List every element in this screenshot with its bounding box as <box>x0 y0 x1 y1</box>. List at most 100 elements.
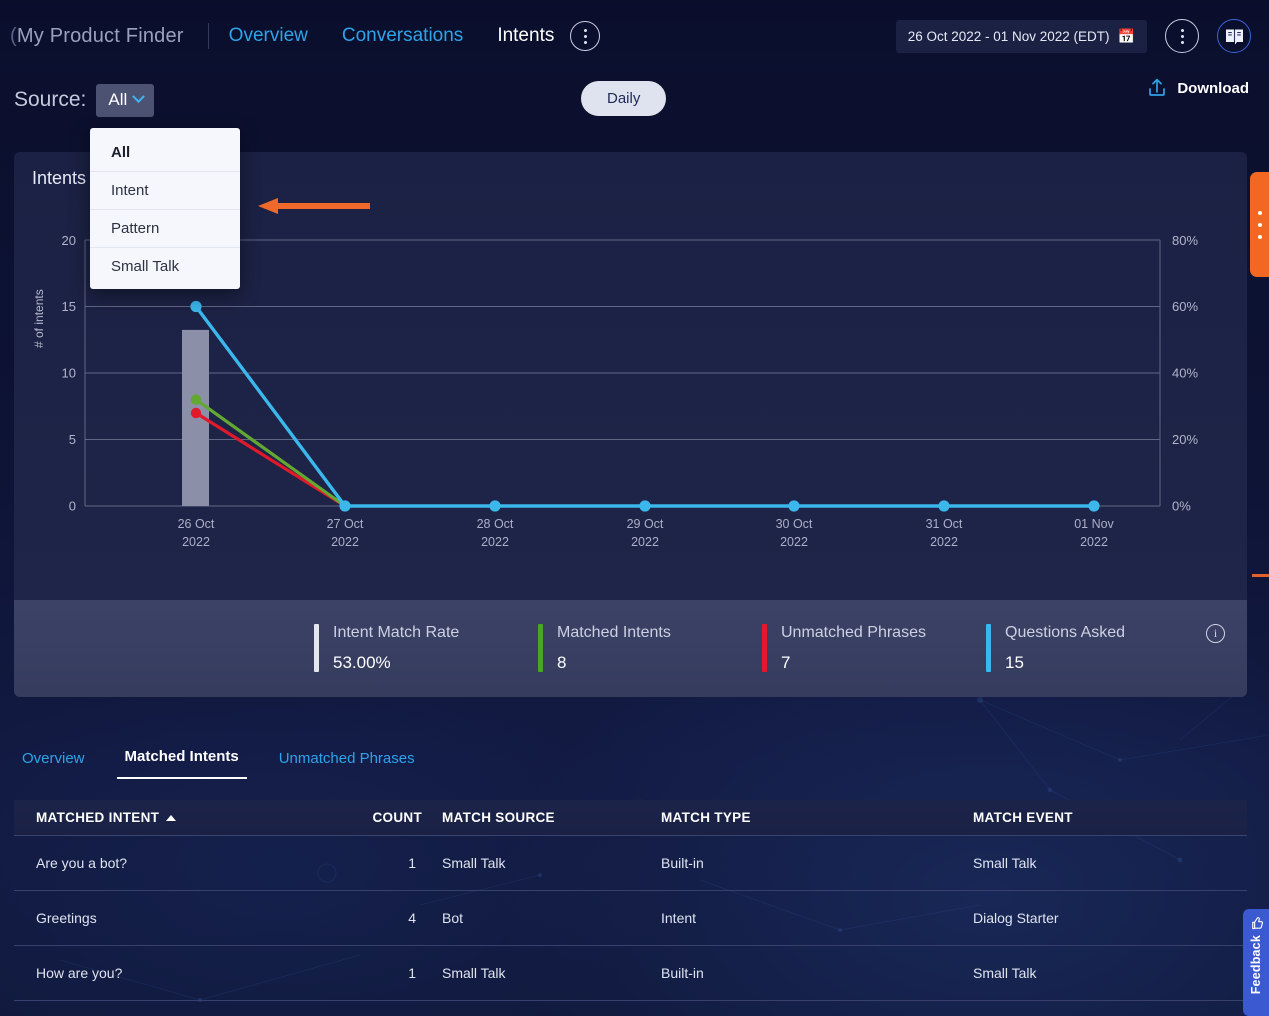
x-tick-day-4: 30 Oct <box>776 517 813 531</box>
x-tick-day-1: 27 Oct <box>327 517 364 531</box>
stat-label: Questions Asked <box>1005 623 1126 641</box>
nav-links: Overview Conversations Intents <box>229 25 555 47</box>
marker-questions-0 <box>190 300 202 313</box>
x-tick-day-6: 01 Nov <box>1074 517 1114 531</box>
book-icon <box>1225 29 1243 44</box>
more-options-kebab-icon[interactable] <box>1165 19 1199 53</box>
x-tick-day-5: 31 Oct <box>926 517 963 531</box>
table-header-row: MATCHED INTENT COUNT MATCH SOURCE MATCH … <box>14 800 1247 836</box>
table-row-partial <box>14 1001 1247 1011</box>
x-tick-day-3: 29 Oct <box>627 517 664 531</box>
table-row[interactable]: Are you a bot? 1 Small Talk Built-in Sma… <box>14 836 1247 891</box>
nav-divider <box>207 23 209 49</box>
x-tick-year-4: 2022 <box>780 535 808 549</box>
x-tick-year-0: 2022 <box>182 535 210 549</box>
stat-questions-asked: Questions Asked 15 <box>986 623 1210 674</box>
column-header-label: MATCHED INTENT <box>36 810 160 825</box>
guide-book-icon[interactable] <box>1217 19 1251 53</box>
left-arrow-annotation <box>258 198 370 214</box>
app-root: (My Product Finder Overview Conversation… <box>0 0 1269 1016</box>
y-tick-20: 20 <box>62 233 76 248</box>
stat-label: Matched Intents <box>557 623 671 641</box>
dropdown-item-intent[interactable]: Intent <box>90 172 240 210</box>
chevron-down-icon <box>132 90 146 104</box>
feedback-label: Feedback <box>1249 935 1263 995</box>
y2-tick-0: 0% <box>1172 499 1191 514</box>
cell-match-type: Built-in <box>661 965 704 981</box>
table-row[interactable]: Greetings 4 Bot Intent Dialog Starter <box>14 891 1247 946</box>
x-tick-year-2: 2022 <box>481 535 509 549</box>
nav-kebab-menu-icon[interactable] <box>570 21 601 51</box>
stat-value: 8 <box>557 653 567 673</box>
download-label: Download <box>1177 79 1249 97</box>
feedback-tab[interactable]: Feedback <box>1243 909 1269 1016</box>
source-select-value: All <box>108 89 128 109</box>
series-unmatched-phrases <box>195 411 346 508</box>
stat-unmatched-phrases: Unmatched Phrases 7 <box>762 623 986 674</box>
column-header-matched-intent[interactable]: MATCHED INTENT <box>14 810 320 825</box>
cell-matched-intent: Greetings <box>36 910 97 926</box>
column-header-label: COUNT <box>372 810 422 825</box>
side-scroll-marker <box>1252 574 1269 577</box>
stat-value: 53.00% <box>333 653 391 673</box>
dropdown-item-small-talk[interactable]: Small Talk <box>90 248 240 285</box>
tab-matched-intents[interactable]: Matched Intents <box>116 748 247 779</box>
tab-overview[interactable]: Overview <box>22 750 85 779</box>
stat-intent-match-rate: Intent Match Rate 53.00% <box>314 623 538 674</box>
stat-value: 7 <box>781 653 791 673</box>
source-dropdown-menu: All Intent Pattern Small Talk <box>90 128 240 289</box>
cell-match-type: Intent <box>661 910 697 926</box>
nav-item-conversations[interactable]: Conversations <box>342 25 463 47</box>
x-tick-year-6: 2022 <box>1080 535 1108 549</box>
x-tick-day-2: 28 Oct <box>477 517 514 531</box>
marker-questions-4 <box>788 500 800 512</box>
info-icon[interactable]: i <box>1206 624 1225 643</box>
marker-matched-0 <box>190 394 202 405</box>
marker-questions-2 <box>489 500 501 512</box>
column-header-match-source[interactable]: MATCH SOURCE <box>428 810 647 825</box>
content-tabs: Overview Matched Intents Unmatched Phras… <box>22 748 415 779</box>
top-navigation-bar: (My Product Finder Overview Conversation… <box>0 0 1269 72</box>
calendar-icon: 📅 <box>1117 28 1135 44</box>
source-select[interactable]: All <box>96 83 155 117</box>
column-header-match-event[interactable]: MATCH EVENT <box>959 810 1247 825</box>
x-tick-day-0: 26 Oct <box>178 517 215 531</box>
caret-up-icon <box>166 815 177 822</box>
y-tick-0: 0 <box>69 499 76 514</box>
marker-questions-3 <box>639 500 651 512</box>
marker-questions-1 <box>339 500 351 512</box>
tab-unmatched-phrases[interactable]: Unmatched Phrases <box>279 750 415 779</box>
cell-count: 1 <box>408 965 416 981</box>
cell-match-event: Small Talk <box>973 965 1037 981</box>
upload-icon <box>1149 78 1166 96</box>
granularity-toggle-daily[interactable]: Daily <box>581 81 667 116</box>
download-button[interactable]: Download <box>1145 76 1249 100</box>
series-matched-intents <box>195 398 346 508</box>
side-panel-kebab-menu-icon[interactable] <box>1250 172 1269 277</box>
nav-item-overview[interactable]: Overview <box>229 25 308 47</box>
stat-color-bar <box>986 623 991 672</box>
date-range-text: 26 Oct 2022 - 01 Nov 2022 (EDT) <box>907 28 1110 44</box>
source-label: Source: <box>14 88 87 111</box>
summary-stats-strip: Intent Match Rate 53.00% Matched Intents… <box>14 600 1247 697</box>
cell-match-event: Small Talk <box>973 855 1037 871</box>
stat-label: Intent Match Rate <box>333 623 460 641</box>
dropdown-item-all[interactable]: All <box>90 134 240 172</box>
cell-match-source: Small Talk <box>442 965 506 981</box>
column-header-count[interactable]: COUNT <box>320 810 428 825</box>
dropdown-item-pattern[interactable]: Pattern <box>90 210 240 248</box>
stat-color-bar <box>762 623 767 672</box>
column-header-match-type[interactable]: MATCH TYPE <box>647 810 959 825</box>
series-questions-asked <box>194 305 1094 508</box>
cell-match-source: Bot <box>442 910 464 926</box>
stat-matched-intents: Matched Intents 8 <box>538 623 762 674</box>
y2-tick-20: 20% <box>1172 432 1198 447</box>
cell-count: 4 <box>408 910 416 926</box>
y2-tick-80: 80% <box>1172 233 1198 248</box>
date-range-picker[interactable]: 26 Oct 2022 - 01 Nov 2022 (EDT) 📅 <box>895 19 1147 53</box>
nav-item-intents[interactable]: Intents <box>497 25 554 47</box>
stat-value: 15 <box>1005 653 1024 673</box>
y-tick-10: 10 <box>62 366 76 381</box>
stat-color-bar <box>314 623 319 672</box>
table-row[interactable]: How are you? 1 Small Talk Built-in Small… <box>14 946 1247 1001</box>
